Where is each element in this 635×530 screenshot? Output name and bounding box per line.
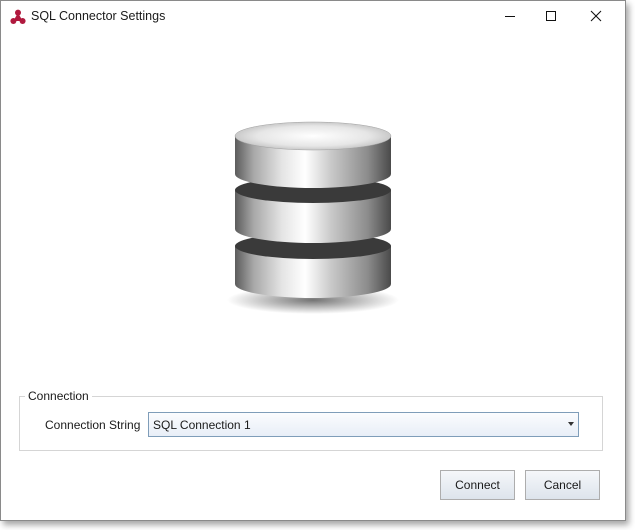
chevron-down-icon[interactable] xyxy=(568,422,574,426)
title-bar[interactable]: SQL Connector Settings xyxy=(1,1,625,32)
minimize-icon xyxy=(505,16,515,17)
connection-string-value: SQL Connection 1 xyxy=(153,418,251,432)
dialog-window: SQL Connector Settings Connection Connec… xyxy=(0,0,626,521)
app-logo-icon xyxy=(10,9,26,24)
close-icon xyxy=(590,10,602,22)
close-button[interactable] xyxy=(573,1,619,31)
maximize-button[interactable] xyxy=(528,1,574,31)
connection-group-title: Connection xyxy=(25,389,92,403)
connection-string-dropdown[interactable]: SQL Connection 1 xyxy=(148,412,579,437)
minimize-button[interactable] xyxy=(487,1,533,31)
connect-button[interactable]: Connect xyxy=(440,470,515,500)
window-title: SQL Connector Settings xyxy=(31,9,166,23)
maximize-icon xyxy=(546,11,556,21)
connection-string-label: Connection String xyxy=(45,418,141,432)
database-icon xyxy=(227,121,399,314)
cancel-button[interactable]: Cancel xyxy=(525,470,600,500)
